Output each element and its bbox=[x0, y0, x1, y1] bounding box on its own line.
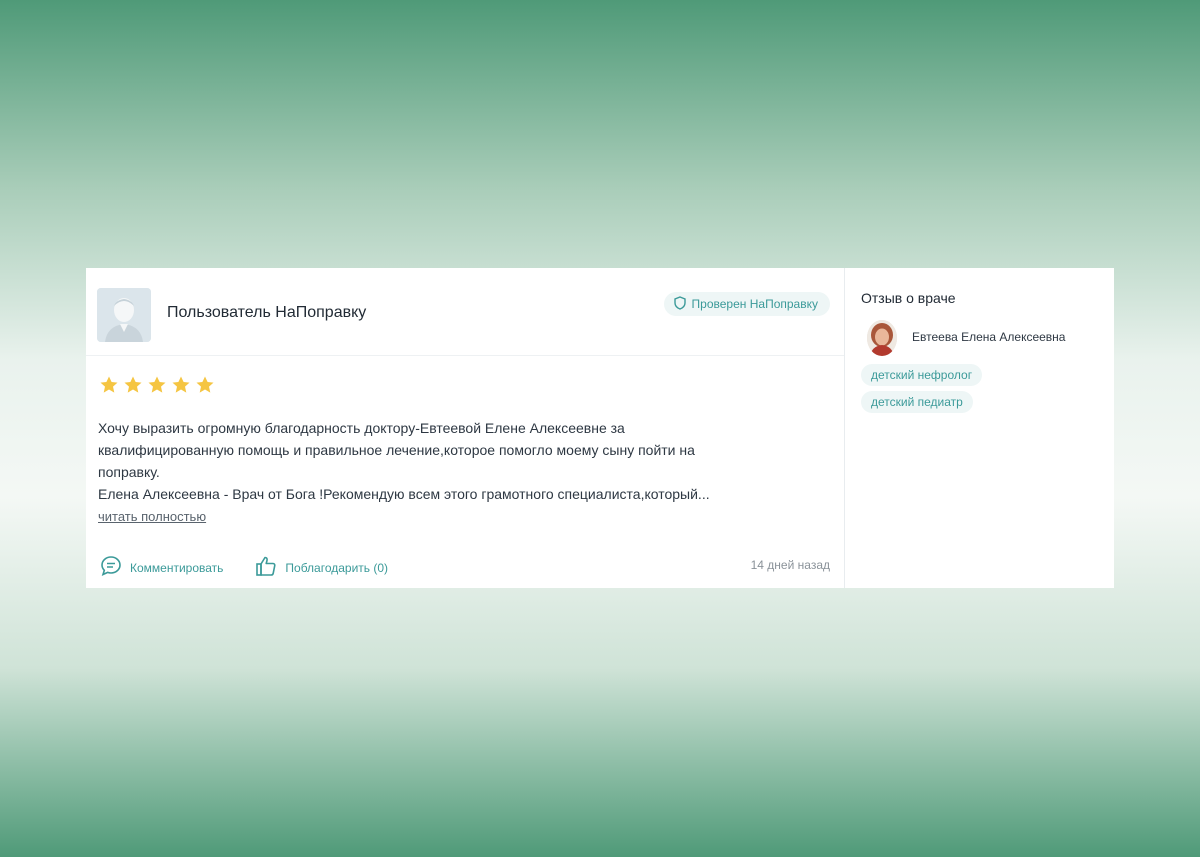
doctor-avatar[interactable] bbox=[867, 320, 897, 356]
rating-stars bbox=[99, 375, 215, 395]
comment-button[interactable]: Комментировать bbox=[100, 555, 223, 580]
verified-badge: Проверен НаПоправку bbox=[663, 292, 830, 316]
thank-label: Поблагодарить (0) bbox=[285, 560, 389, 575]
review-timestamp: 14 дней назад bbox=[750, 558, 830, 572]
specialty-tag[interactable]: детский нефролог bbox=[861, 364, 983, 386]
review-panel: Пользователь НаПоправку Проверен НаПопра… bbox=[86, 268, 845, 588]
review-text-line: Хочу выразить огромную благодарность док… bbox=[98, 420, 625, 436]
star-icon bbox=[124, 376, 142, 393]
username: Пользователь НаПоправку bbox=[167, 304, 367, 321]
specialty-tag[interactable]: детский педиатр bbox=[861, 391, 973, 413]
thank-button[interactable]: Поблагодарить (0) bbox=[255, 555, 388, 580]
doctor-panel-title: Отзыв о враче bbox=[861, 290, 956, 306]
thumbs-up-icon bbox=[255, 555, 277, 580]
review-text-line: квалифицированную помощь и правильное ле… bbox=[98, 442, 695, 458]
star-icon bbox=[100, 376, 118, 393]
review-header: Пользователь НаПоправку Проверен НаПопра… bbox=[86, 268, 844, 356]
shield-icon bbox=[673, 295, 686, 313]
doctor-name-link[interactable]: Евтеева Елена Алексеевна bbox=[912, 330, 1065, 344]
doctor-panel: Отзыв о враче Евтеева Елена Алексеевна д… bbox=[845, 268, 1114, 588]
review-text-line: поправку. bbox=[98, 464, 160, 480]
comment-icon bbox=[100, 555, 122, 580]
verified-label: Проверен НаПоправку bbox=[691, 297, 818, 311]
star-icon bbox=[172, 376, 190, 393]
star-icon bbox=[196, 376, 214, 393]
star-icon bbox=[148, 376, 166, 393]
review-actions: Комментировать Поблагодарить (0) bbox=[100, 555, 388, 580]
comment-label: Комментировать bbox=[130, 560, 224, 575]
review-text: Хочу выразить огромную благодарность док… bbox=[98, 417, 798, 505]
read-more-link[interactable]: читать полностью bbox=[98, 509, 206, 524]
user-avatar-icon bbox=[97, 288, 151, 342]
review-card: Пользователь НаПоправку Проверен НаПопра… bbox=[86, 268, 1114, 588]
review-text-line: Елена Алексеевна - Врач от Бога !Рекомен… bbox=[98, 486, 710, 502]
